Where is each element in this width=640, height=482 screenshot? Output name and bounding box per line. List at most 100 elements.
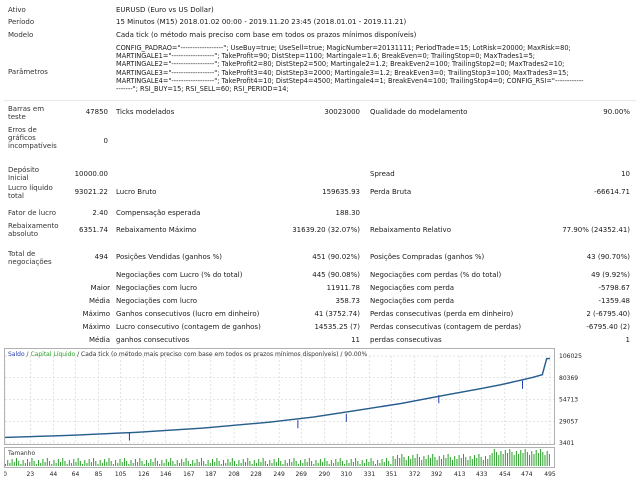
volume-bar [515, 451, 517, 466]
volume-bar [40, 463, 42, 466]
volume-bar [95, 461, 97, 466]
ativo-label: Ativo [8, 6, 26, 14]
total-row: Total de negociações 494 Posições Vendid… [0, 250, 640, 268]
barras-value: 47850 [85, 108, 108, 116]
volume-bar [176, 460, 178, 466]
x-tick-label: 0 [4, 471, 7, 478]
volume-bar [286, 463, 288, 466]
erros-label: Erros de gráficos incompatíveis [8, 126, 57, 150]
volume-bar [293, 458, 295, 466]
x-tick-label: 64 [72, 471, 80, 478]
volume-bar [220, 464, 222, 466]
perdas-consec-label: perdas consecutivas [370, 336, 442, 344]
volume-bar [223, 460, 224, 466]
spread-value: 10 [621, 170, 630, 178]
volume-bar [396, 455, 398, 466]
ganhos-consec-value: 11 [351, 336, 360, 344]
neg-perda-label: Negociações com perdas (% do total) [370, 271, 502, 279]
volume-bar [245, 462, 247, 466]
volume-bar [141, 461, 143, 466]
volume-bar [145, 460, 147, 466]
volume-bar [485, 456, 487, 466]
volume-bar [302, 463, 304, 466]
volume-bar [214, 462, 216, 466]
volume-bar [227, 459, 229, 466]
volume-bar [381, 459, 383, 466]
volume-bar [535, 450, 537, 466]
volume-bar [112, 464, 114, 466]
volume-bar [546, 451, 548, 466]
ticks-value: 30023000 [324, 108, 360, 116]
media-lucro-value: 358.73 [335, 297, 361, 305]
volume-bar [196, 459, 198, 466]
volume-bar [156, 461, 158, 466]
y-tick-label: 3401 [559, 440, 574, 447]
volume-bar [143, 464, 145, 466]
volume-bar [236, 464, 238, 466]
x-tick-label: 495 [544, 471, 556, 478]
x-tick-label: 454 [499, 471, 511, 478]
volume-bar [529, 455, 531, 466]
volume-bar [328, 464, 330, 466]
volume-bar [93, 458, 95, 466]
volume-bar [412, 455, 414, 466]
media-perda-value: -1359.48 [598, 297, 630, 305]
rebaix-max-value: 31639.20 (32.07%) [292, 226, 360, 234]
volume-bar [359, 464, 361, 466]
volume-bar [361, 460, 363, 466]
volume-bar [163, 463, 165, 466]
parametros-value: CONFIG_PADRAO="------------------"; UseB… [116, 44, 584, 94]
volume-bar [443, 455, 445, 466]
volume-bar [106, 462, 108, 466]
fator-label: Fator de lucro [8, 209, 57, 217]
x-tick-label: 413 [454, 471, 466, 478]
x-tick-label: 167 [183, 471, 195, 478]
volume-bar [90, 462, 92, 466]
rebaix-rel-value: 77.90% (24352.41) [562, 226, 630, 234]
volume-bar [297, 464, 299, 466]
volume-bar [425, 459, 427, 466]
volume-bar [463, 454, 465, 466]
perda-bruta-value: -66614.71 [594, 188, 630, 196]
x-axis-ticks: 0 23 44 64 85 105 126 146 167 187 208 228 249 269 290 3… [3, 471, 556, 478]
volume-bar [502, 454, 504, 466]
volume-bar [234, 461, 236, 466]
volume-bar [509, 449, 511, 466]
volume-bar [526, 452, 528, 466]
volume-bar [11, 459, 13, 466]
volume-bar [491, 453, 493, 466]
y-tick-label: 54713 [559, 397, 578, 404]
volume-bar [5, 464, 6, 466]
volume-bar [51, 464, 53, 466]
volume-bar [139, 458, 141, 466]
volume-bar [170, 458, 172, 466]
x-tick-label: 228 [250, 471, 262, 478]
volume-bar [513, 455, 515, 466]
volume-bar [421, 460, 423, 466]
maior-lucro-value: 11911.78 [326, 284, 360, 292]
lucro-bruto-label: Lucro Bruto [116, 188, 157, 196]
volume-bar [258, 459, 260, 466]
rebaix-rel-label: Rebaixamento Relativo [370, 226, 451, 234]
volume-bar [467, 460, 469, 466]
volume-bar [99, 460, 101, 466]
x-tick-label: 249 [273, 471, 285, 478]
y-tick-label: 29057 [559, 418, 578, 425]
volume-bar [469, 456, 471, 466]
ticks-label: Ticks modelados [116, 108, 175, 116]
volume-bar [126, 461, 128, 466]
volume-bar [460, 458, 462, 466]
volume-bar [548, 454, 550, 466]
pos-comp-label: Posições Compradas (ganhos %) [370, 253, 485, 261]
x-tick-label: 146 [160, 471, 172, 478]
volume-bar [194, 463, 196, 466]
volume-bar [489, 455, 491, 466]
y-tick-label: 80369 [559, 375, 578, 382]
volume-bar [341, 461, 343, 466]
volume-bar [7, 460, 9, 466]
x-tick-label: 208 [228, 471, 240, 478]
volume-bar [295, 461, 297, 466]
volume-bar [181, 459, 183, 466]
volume-bar [229, 462, 231, 466]
x-tick-label: 105 [115, 471, 127, 478]
